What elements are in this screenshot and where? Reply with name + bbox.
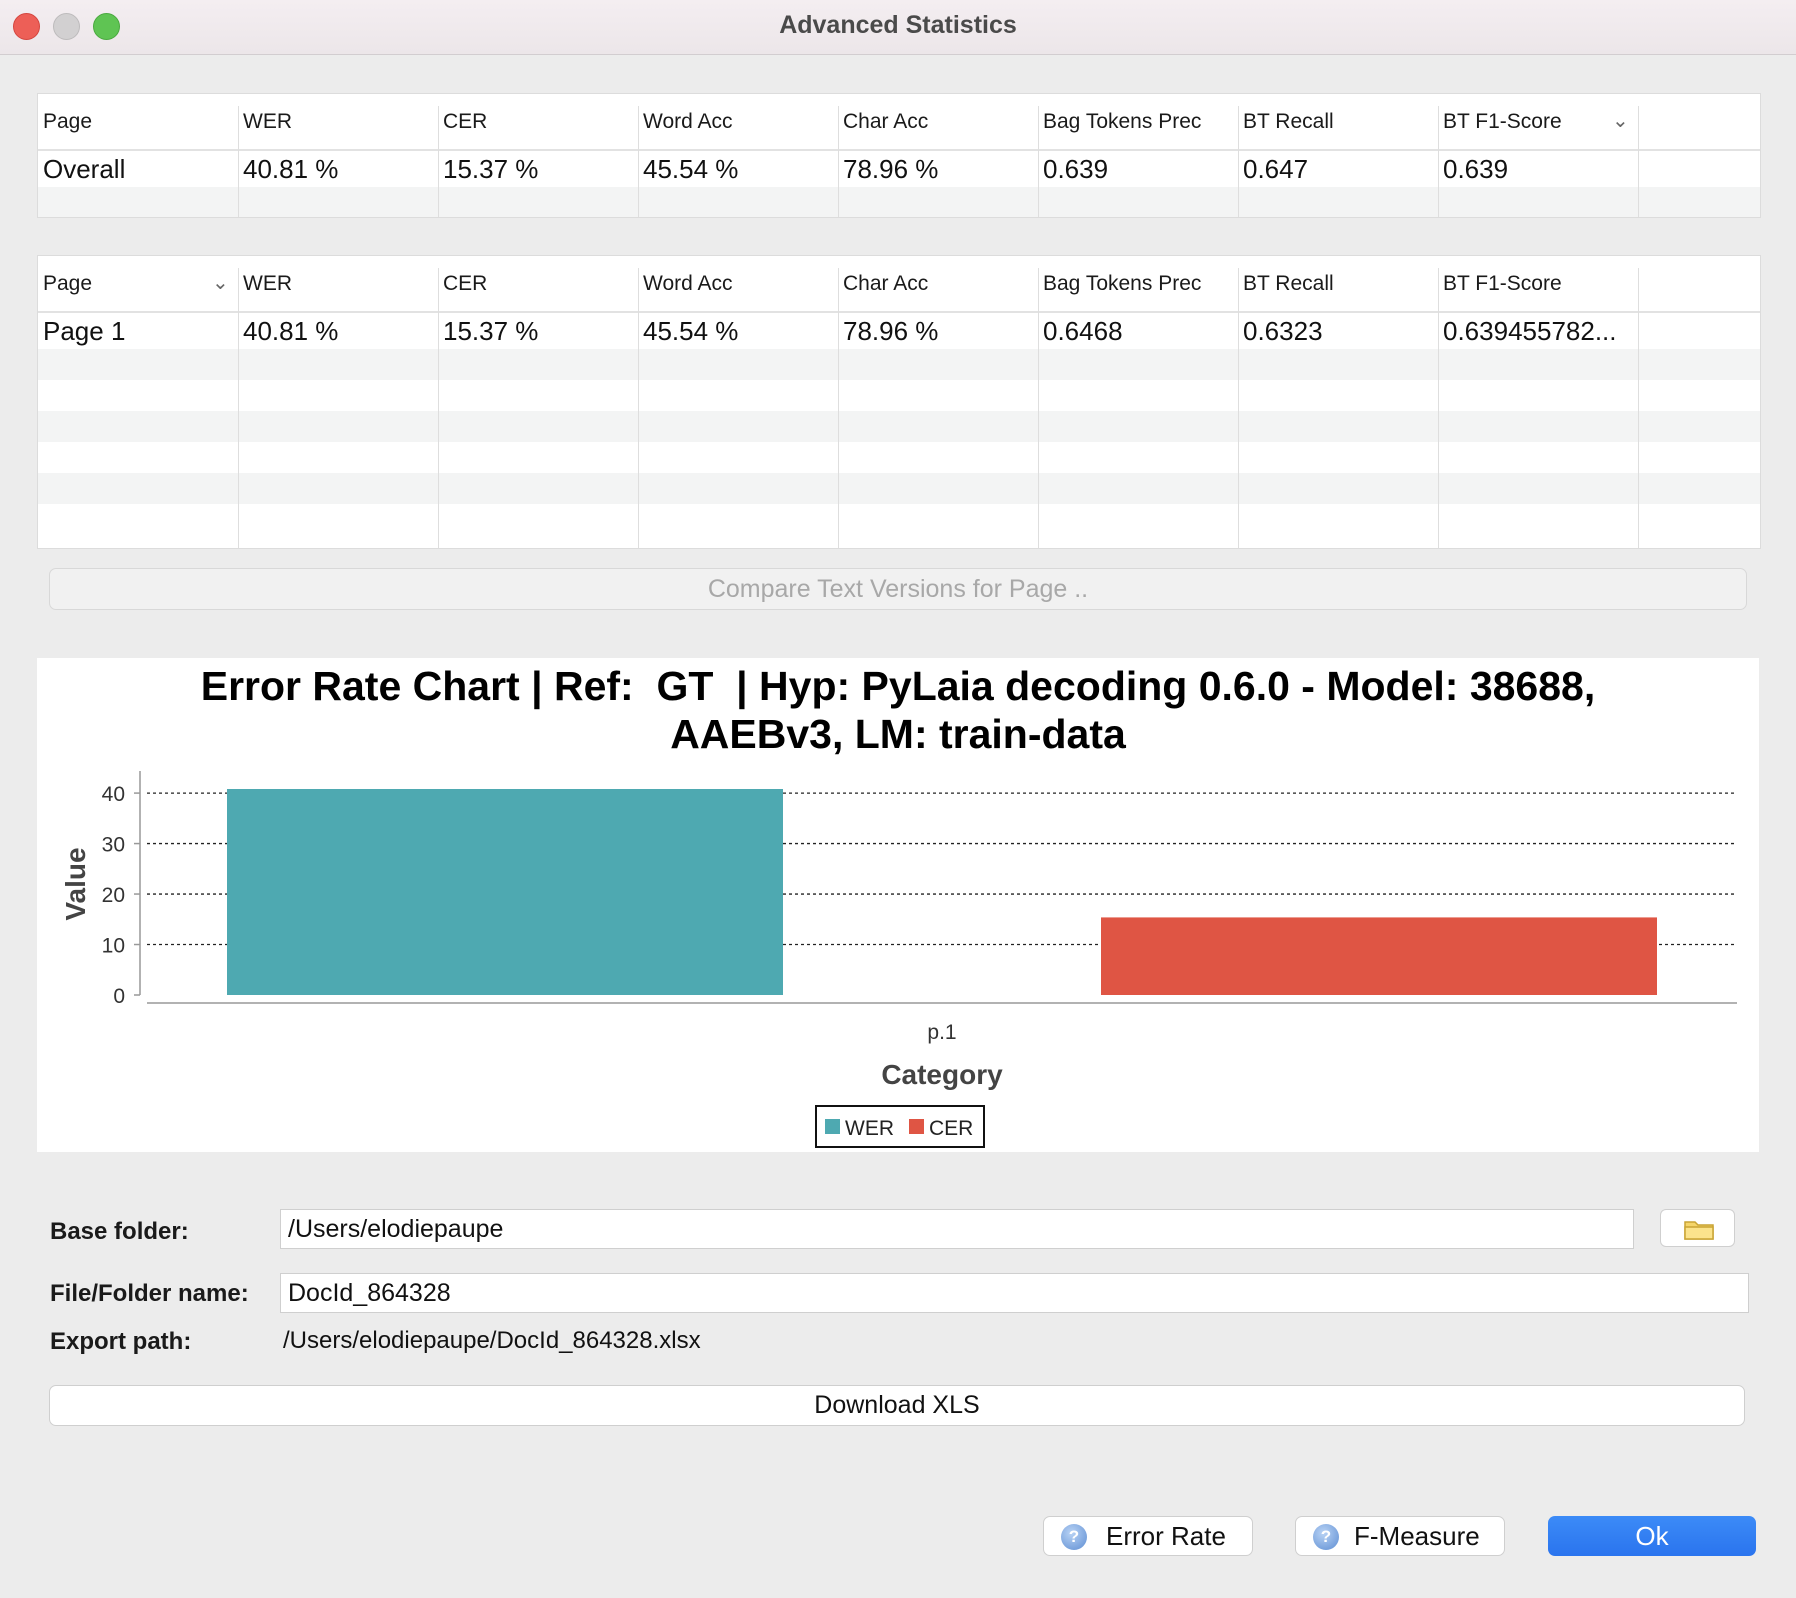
legend-label-wer: WER [845, 1117, 894, 1140]
table-cell: 45.54 % [643, 154, 739, 184]
base-folder-field[interactable]: /Users/elodiepaupe [280, 1209, 1634, 1249]
file-folder-name-field[interactable]: DocId_864328 [280, 1273, 1749, 1313]
help-icon: ? [1061, 1524, 1087, 1550]
table-cell: 15.37 % [443, 316, 539, 346]
table-header: Page WER CER Word Acc Char Acc Bag Tokens Pre… [38, 94, 1760, 151]
legend-swatch-wer [825, 1119, 840, 1134]
column-divider [1438, 106, 1439, 217]
column-divider [638, 106, 639, 217]
y-tick-label: 30 [102, 834, 125, 857]
download-xls-button[interactable]: Download XLS [49, 1385, 1745, 1426]
legend-label-cer: CER [929, 1117, 973, 1140]
error-rate-help-button[interactable]: ? Error Rate [1043, 1516, 1253, 1556]
column-divider [238, 106, 239, 217]
f-measure-button-label: F-Measure [1354, 1521, 1480, 1551]
y-tick-label: 40 [102, 783, 125, 806]
column-header[interactable]: Word Acc [638, 94, 838, 149]
table-cell: 0.639 [1443, 154, 1509, 184]
table-row[interactable] [38, 349, 1760, 380]
column-divider [1038, 268, 1039, 548]
column-divider [238, 268, 239, 548]
bar-cer [1101, 917, 1657, 995]
x-axis-title: Category [881, 1059, 1003, 1090]
export-path-label: Export path: [50, 1328, 192, 1355]
table-cell: 0.6468 [1043, 316, 1123, 346]
column-header[interactable]: Page [38, 94, 238, 149]
help-icon: ? [1313, 1524, 1339, 1550]
table-row[interactable] [38, 473, 1760, 504]
x-tick-label: p.1 [927, 1021, 956, 1044]
export-path-value: /Users/elodiepaupe/DocId_864328.xlsx [283, 1327, 701, 1354]
column-header[interactable]: Page [38, 256, 238, 311]
table-row[interactable]: Overall 40.81 % 15.37 % 45.54 % 78.96 % 0.639… [38, 151, 1760, 187]
table-cell: 40.81 % [243, 316, 339, 346]
table-row[interactable] [38, 411, 1760, 442]
table-cell: 78.96 % [843, 316, 939, 346]
file-folder-name-label: File/Folder name: [50, 1280, 249, 1307]
column-header[interactable]: CER [438, 94, 638, 149]
column-divider [438, 106, 439, 217]
table-cell: Page 1 [43, 316, 126, 346]
sort-chevron-icon[interactable]: ⌄ [1612, 94, 1629, 149]
column-divider [838, 106, 839, 217]
f-measure-help-button[interactable]: ? F-Measure [1295, 1516, 1505, 1556]
column-header[interactable]: BT Recall [1238, 256, 1438, 311]
column-header[interactable]: Char Acc [838, 256, 1038, 311]
column-header[interactable]: BT F1-Score [1438, 94, 1638, 149]
column-divider [1438, 268, 1439, 548]
column-header[interactable]: Char Acc [838, 94, 1038, 149]
page-stats-table[interactable]: Page ⌄ WER CER Word Acc Char Acc Bag Tokens Pr… [37, 255, 1761, 549]
y-axis-title: Value [60, 847, 91, 920]
legend-swatch-cer [909, 1119, 924, 1134]
column-divider [1238, 106, 1239, 217]
table-cell: 45.54 % [643, 316, 739, 346]
table-cell: 40.81 % [243, 154, 339, 184]
column-header[interactable]: Bag Tokens Prec [1038, 256, 1238, 311]
column-divider [1238, 268, 1239, 548]
title-bar: Advanced Statistics [0, 0, 1796, 55]
column-divider [1638, 106, 1639, 217]
table-cell: 0.639455782... [1443, 316, 1617, 346]
table-cell: Overall [43, 154, 126, 184]
error-rate-chart: Error Rate Chart | Ref: GT | Hyp: PyLaia… [37, 658, 1759, 1152]
table-row[interactable]: Page 1 40.81 % 15.37 % 45.54 % 78.96 % 0.6468… [38, 313, 1760, 349]
column-header[interactable]: WER [238, 94, 438, 149]
bar-wer [227, 789, 783, 995]
column-header[interactable]: Word Acc [638, 256, 838, 311]
table-cell: 15.37 % [443, 154, 539, 184]
table-cell: 0.647 [1243, 154, 1309, 184]
table-row[interactable] [38, 442, 1760, 473]
column-divider [438, 268, 439, 548]
y-tick-label: 20 [102, 884, 125, 907]
compare-text-versions-button[interactable]: Compare Text Versions for Page .. [49, 568, 1747, 610]
column-header[interactable]: WER [238, 256, 438, 311]
ok-button[interactable]: Ok [1548, 1516, 1756, 1556]
sort-chevron-icon[interactable]: ⌄ [212, 256, 229, 311]
column-header[interactable]: CER [438, 256, 638, 311]
column-header[interactable]: BT F1-Score [1438, 256, 1638, 311]
column-header[interactable]: BT Recall [1238, 94, 1438, 149]
base-folder-label: Base folder: [50, 1218, 189, 1245]
browse-folder-button[interactable] [1660, 1209, 1735, 1247]
table-cell: 0.639 [1043, 154, 1109, 184]
table-cell: 0.6323 [1243, 316, 1323, 346]
overall-stats-table[interactable]: Page WER CER Word Acc Char Acc Bag Tokens Pre… [37, 93, 1761, 218]
column-divider [1038, 106, 1039, 217]
table-cell: 78.96 % [843, 154, 939, 184]
column-divider [838, 268, 839, 548]
table-row[interactable] [38, 187, 1760, 217]
column-header[interactable]: Bag Tokens Prec [1038, 94, 1238, 149]
chart-plot: 0 10 20 30 40 p.1 Category Value WER CER [60, 771, 1737, 1148]
y-tick-label: 10 [102, 935, 125, 958]
table-header: Page ⌄ WER CER Word Acc Char Acc Bag Tokens Pr… [38, 256, 1760, 313]
table-row[interactable] [38, 504, 1760, 535]
y-tick-label: 0 [113, 985, 125, 1008]
column-divider [1638, 268, 1639, 548]
table-row[interactable] [38, 380, 1760, 411]
folder-icon [1684, 1221, 1714, 1240]
error-rate-button-label: Error Rate [1106, 1521, 1226, 1551]
window-title: Advanced Statistics [779, 11, 1017, 39]
column-divider [638, 268, 639, 548]
